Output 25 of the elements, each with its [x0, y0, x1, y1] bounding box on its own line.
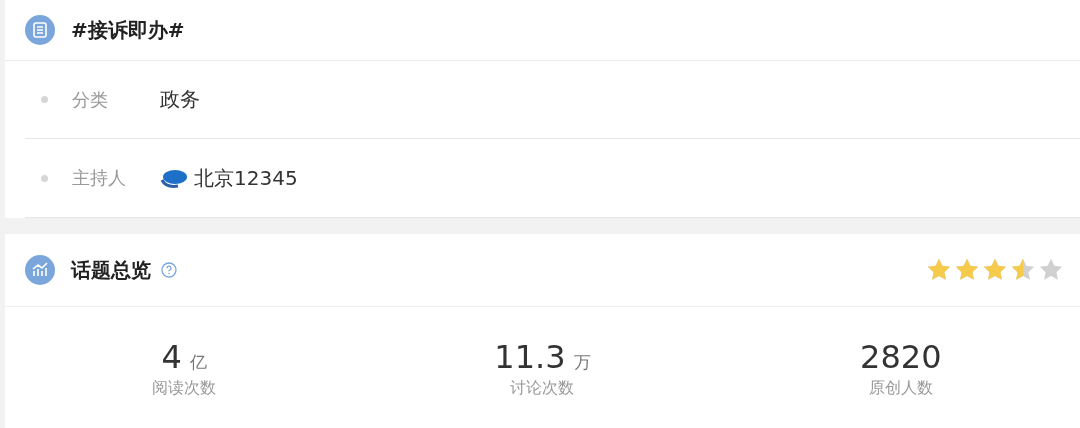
logo-icon — [160, 168, 188, 188]
topic-title: #接诉即办# — [71, 16, 185, 44]
stat-value: 2820 — [860, 337, 942, 376]
stat-label: 讨论次数 — [510, 377, 575, 399]
help-icon[interactable] — [161, 262, 177, 278]
info-label: 分类 — [72, 87, 109, 112]
star-icon — [926, 257, 952, 283]
stat-unit: 亿 — [189, 350, 207, 374]
bullet-icon — [41, 96, 48, 103]
bullet-icon — [41, 174, 48, 182]
info-value: 政务 — [160, 86, 200, 113]
host-name[interactable]: 北京12345 — [194, 164, 298, 192]
star-icon — [1010, 257, 1036, 283]
star-icon — [982, 257, 1008, 283]
stat-label: 阅读次数 — [152, 377, 217, 399]
star-icon — [954, 257, 980, 283]
chart-icon — [25, 255, 55, 285]
info-label: 主持人 — [72, 166, 127, 190]
list-icon — [25, 15, 55, 45]
stat-value: 11.3 — [494, 337, 566, 376]
overview-title: 话题总览 — [71, 256, 151, 284]
star-icon — [1038, 257, 1064, 283]
stat-label: 原创人数 — [868, 377, 933, 399]
stat-unit: 万 — [573, 350, 591, 374]
stat-value: 4 — [161, 337, 182, 376]
